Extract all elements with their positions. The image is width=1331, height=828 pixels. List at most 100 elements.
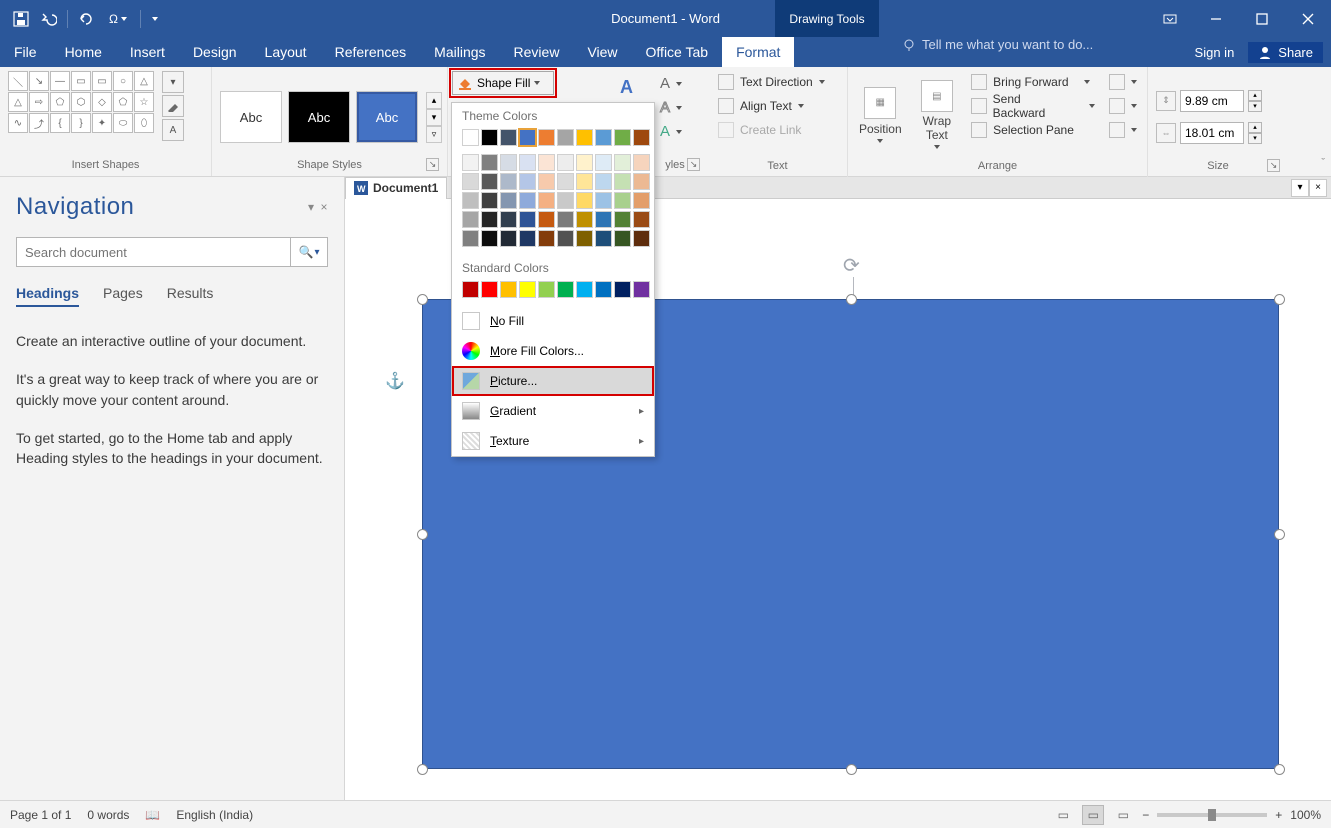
style-preset-3[interactable]: Abc xyxy=(356,91,418,143)
nav-search-input[interactable] xyxy=(16,237,290,267)
zoom-out-button[interactable]: − xyxy=(1142,808,1149,822)
theme-swatch[interactable] xyxy=(595,129,612,146)
standard-swatch[interactable] xyxy=(519,281,536,298)
shade-swatch[interactable] xyxy=(614,192,631,209)
shade-swatch[interactable] xyxy=(557,211,574,228)
rotate-button[interactable] xyxy=(1105,119,1141,141)
theme-swatch[interactable] xyxy=(462,129,479,146)
maximize-button[interactable] xyxy=(1239,0,1285,37)
shade-swatch[interactable] xyxy=(481,173,498,190)
shade-swatch[interactable] xyxy=(576,192,593,209)
align-button[interactable] xyxy=(1105,71,1141,93)
undo-button[interactable] xyxy=(36,6,62,32)
style-preset-1[interactable]: Abc xyxy=(220,91,282,143)
shade-swatch[interactable] xyxy=(481,211,498,228)
style-gallery-more[interactable]: ▿ xyxy=(426,126,442,143)
shade-swatch[interactable] xyxy=(462,230,479,247)
shade-swatch[interactable] xyxy=(614,154,631,171)
shade-swatch[interactable] xyxy=(576,173,593,190)
document-tab[interactable]: W Document1 xyxy=(345,177,447,199)
shade-swatch[interactable] xyxy=(633,211,650,228)
shade-swatch[interactable] xyxy=(538,173,555,190)
resize-handle-n[interactable] xyxy=(846,294,857,305)
tab-design[interactable]: Design xyxy=(179,37,251,67)
shape-style-gallery[interactable]: Abc Abc Abc ▴ ▾ ▿ xyxy=(220,91,442,143)
nav-tab-headings[interactable]: Headings xyxy=(16,285,79,307)
resize-handle-w[interactable] xyxy=(417,529,428,540)
shade-swatch[interactable] xyxy=(614,211,631,228)
shade-swatch[interactable] xyxy=(519,192,536,209)
shade-swatch[interactable] xyxy=(462,192,479,209)
theme-swatch[interactable] xyxy=(481,129,498,146)
redo-button[interactable] xyxy=(73,6,99,32)
standard-swatch[interactable] xyxy=(481,281,498,298)
shade-swatch[interactable] xyxy=(500,230,517,247)
standard-swatch[interactable] xyxy=(557,281,574,298)
theme-color-row[interactable] xyxy=(452,127,654,154)
standard-swatch[interactable] xyxy=(500,281,517,298)
wordart-quickstyles-button[interactable]: A xyxy=(620,77,633,98)
more-fill-colors-item[interactable]: More Fill Colors... xyxy=(452,336,654,366)
shade-swatch[interactable] xyxy=(595,230,612,247)
collapse-ribbon-button[interactable]: ˇ xyxy=(1321,157,1325,169)
view-web-button[interactable]: ▭ xyxy=(1112,805,1134,825)
tab-officetab[interactable]: Office Tab xyxy=(632,37,723,67)
group-button[interactable] xyxy=(1105,95,1141,117)
share-button[interactable]: Share xyxy=(1248,42,1323,63)
tab-format[interactable]: Format xyxy=(722,37,794,67)
nav-pane-menu[interactable]: ▾ xyxy=(308,200,315,214)
standard-swatch[interactable] xyxy=(576,281,593,298)
close-button[interactable] xyxy=(1285,0,1331,37)
shade-swatch[interactable] xyxy=(519,211,536,228)
qat-symbol-button[interactable]: Ω xyxy=(101,6,135,32)
position-button[interactable]: ▦Position xyxy=(854,71,907,158)
theme-swatch[interactable] xyxy=(633,129,650,146)
shade-swatch[interactable] xyxy=(633,154,650,171)
shade-swatch[interactable] xyxy=(614,173,631,190)
shade-swatch[interactable] xyxy=(633,173,650,190)
theme-swatch[interactable] xyxy=(538,129,555,146)
tab-file[interactable]: File xyxy=(0,37,51,67)
theme-swatch[interactable] xyxy=(557,129,574,146)
shade-swatch[interactable] xyxy=(633,230,650,247)
shade-swatch[interactable] xyxy=(500,192,517,209)
style-preset-2[interactable]: Abc xyxy=(288,91,350,143)
shade-swatch[interactable] xyxy=(633,192,650,209)
shade-swatch[interactable] xyxy=(576,154,593,171)
width-down[interactable]: ▾ xyxy=(1248,133,1262,144)
width-input[interactable] xyxy=(1180,122,1244,144)
gradient-fill-item[interactable]: Gradient▸ xyxy=(452,396,654,426)
text-box-button[interactable]: A xyxy=(162,119,184,141)
shade-swatch[interactable] xyxy=(462,173,479,190)
resize-handle-s[interactable] xyxy=(846,764,857,775)
shade-swatch[interactable] xyxy=(538,192,555,209)
shade-swatch[interactable] xyxy=(557,192,574,209)
text-direction-button[interactable]: Text Direction xyxy=(714,71,841,93)
status-proofing-icon[interactable]: 📖 xyxy=(145,808,160,822)
edit-shape-button[interactable] xyxy=(162,95,184,117)
tab-review[interactable]: Review xyxy=(500,37,574,67)
width-up[interactable]: ▴ xyxy=(1248,122,1262,133)
shade-swatch[interactable] xyxy=(500,154,517,171)
tab-references[interactable]: References xyxy=(321,37,421,67)
qat-customize-button[interactable] xyxy=(146,6,164,32)
theme-swatch[interactable] xyxy=(614,129,631,146)
shade-swatch[interactable] xyxy=(519,173,536,190)
shade-swatch[interactable] xyxy=(481,192,498,209)
shade-swatch[interactable] xyxy=(576,211,593,228)
shade-swatch[interactable] xyxy=(595,211,612,228)
standard-swatch[interactable] xyxy=(538,281,555,298)
picture-fill-item[interactable]: Picture... xyxy=(452,366,654,396)
doctab-close-button[interactable]: × xyxy=(1309,179,1327,197)
selection-pane-button[interactable]: Selection Pane xyxy=(967,119,1099,141)
theme-swatch[interactable] xyxy=(576,129,593,146)
minimize-button[interactable] xyxy=(1193,0,1239,37)
resize-handle-se[interactable] xyxy=(1274,764,1285,775)
shade-swatch[interactable] xyxy=(576,230,593,247)
text-outline-button[interactable]: A xyxy=(660,99,682,116)
height-down[interactable]: ▾ xyxy=(1248,101,1262,112)
zoom-in-button[interactable]: + xyxy=(1275,808,1282,822)
resize-handle-ne[interactable] xyxy=(1274,294,1285,305)
shade-swatch[interactable] xyxy=(538,211,555,228)
tab-view[interactable]: View xyxy=(573,37,631,67)
